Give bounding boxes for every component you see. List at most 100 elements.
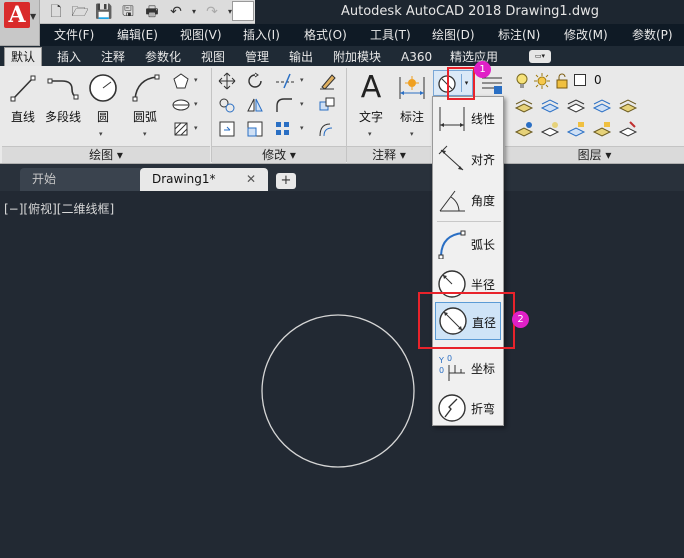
chevron-down-icon[interactable]: ▾: [194, 100, 198, 108]
save-as-icon[interactable]: 🖫: [118, 3, 138, 21]
explode-icon[interactable]: [318, 96, 336, 114]
tab-parametric[interactable]: 参数化: [145, 48, 181, 66]
layer-unlock-icon[interactable]: [592, 120, 612, 138]
layer-walk-icon[interactable]: [540, 120, 560, 138]
tab-view[interactable]: 视图: [201, 48, 225, 66]
tab-start[interactable]: 开始: [20, 168, 144, 191]
stretch-icon[interactable]: [218, 120, 236, 138]
tab-insert[interactable]: 插入: [57, 48, 81, 66]
trim-icon[interactable]: [274, 72, 294, 90]
menu-draw[interactable]: 绘图(D): [432, 24, 475, 46]
chevron-down-icon[interactable]: ▾: [143, 130, 147, 138]
polygon-icon[interactable]: [172, 72, 190, 90]
tab-output[interactable]: 输出: [289, 48, 313, 66]
menu-insert[interactable]: 插入(I): [243, 24, 280, 46]
tab-drawing1[interactable]: Drawing1* ✕: [140, 168, 268, 191]
menu-item-aligned[interactable]: 对齐: [433, 138, 505, 180]
draw-panel-title[interactable]: 绘图 ▾: [2, 146, 210, 163]
text-tool-button[interactable]: A 文字: [352, 72, 390, 125]
callout-highlight-1: [447, 67, 475, 100]
menu-format[interactable]: 格式(O): [304, 24, 347, 46]
ellipse-icon[interactable]: [172, 96, 190, 114]
tab-a360[interactable]: A360: [401, 48, 432, 66]
layer-freeze-icon[interactable]: [592, 96, 612, 114]
tab-annotate[interactable]: 注释: [101, 48, 125, 66]
new-tab-button[interactable]: +: [276, 173, 296, 189]
copy-icon[interactable]: [218, 96, 236, 114]
menu-edit[interactable]: 编辑(E): [117, 24, 158, 46]
chevron-down-icon[interactable]: ▾: [194, 76, 198, 84]
undo-dropdown-icon[interactable]: ▾: [190, 3, 198, 21]
layer-lock-icon[interactable]: [566, 120, 586, 138]
move-icon[interactable]: [218, 72, 236, 90]
tab-addins[interactable]: 附加模块: [333, 48, 381, 66]
chevron-down-icon[interactable]: ▾: [410, 130, 414, 138]
annotation-panel-title[interactable]: 注释 ▾: [347, 146, 431, 163]
erase-icon[interactable]: [318, 72, 336, 90]
save-icon[interactable]: 💾: [94, 3, 114, 21]
callout-highlight-2: [418, 292, 515, 349]
circle-tool-button[interactable]: 圆: [84, 72, 122, 125]
drawing-circle[interactable]: [0, 191, 684, 558]
ribbon-minimize-toggle[interactable]: ▭▾: [529, 50, 551, 63]
linear-dimension-icon: [439, 107, 465, 131]
array-icon[interactable]: [274, 120, 292, 138]
line-tool-button[interactable]: 直线: [4, 72, 42, 125]
layer-match-icon[interactable]: [540, 96, 560, 114]
menu-item-ordinate[interactable]: Y00 坐标: [433, 347, 505, 389]
menu-item-linear[interactable]: 线性: [433, 97, 505, 139]
menu-modify[interactable]: 修改(M): [564, 24, 608, 46]
modify-panel-title[interactable]: 修改 ▾: [212, 146, 346, 163]
dimension-tool-button[interactable]: 标注: [393, 72, 431, 125]
menu-item-jogged[interactable]: 折弯: [433, 387, 505, 429]
polyline-tool-button[interactable]: 多段线: [44, 72, 82, 125]
layer-control[interactable]: 0: [514, 72, 684, 90]
drawing-canvas[interactable]: [−][俯视][二维线框]: [0, 191, 684, 558]
menu-item-angular[interactable]: 角度: [433, 179, 505, 221]
tab-featured-apps[interactable]: 精选应用: [450, 48, 498, 66]
undo-icon[interactable]: ↶: [166, 3, 186, 21]
chevron-down-icon[interactable]: ▾: [99, 130, 103, 138]
menu-tools[interactable]: 工具(T): [370, 24, 411, 46]
svg-text:Y: Y: [438, 356, 444, 365]
layer-panel-title[interactable]: 图层 ▾: [505, 146, 684, 163]
chevron-down-icon[interactable]: ▾: [300, 124, 304, 132]
layer-color-swatch: [574, 74, 586, 86]
layer-merge-icon[interactable]: [618, 120, 638, 138]
menu-item-arc-length[interactable]: 弧长: [433, 223, 505, 265]
layer-make-current-icon[interactable]: [514, 120, 534, 138]
new-file-icon[interactable]: 🗋: [46, 3, 66, 21]
layer-panel-title-text: 图层: [577, 148, 602, 162]
ordinate-icon: Y 00: [438, 354, 465, 381]
redo-icon[interactable]: ↷: [202, 3, 222, 21]
menu-view[interactable]: 视图(V): [180, 24, 222, 46]
fillet-icon[interactable]: [274, 96, 292, 114]
ribbon-tab-bar: 默认 插入 注释 参数化 视图 管理 输出 附加模块 A360 精选应用 ▭▾: [0, 46, 684, 67]
hatch-icon[interactable]: [172, 120, 190, 138]
chevron-down-icon[interactable]: ▾: [300, 100, 304, 108]
polyline-icon: [44, 72, 82, 104]
chevron-down-icon[interactable]: ▾: [300, 76, 304, 84]
layer-isolate-icon[interactable]: [566, 96, 586, 114]
scale-icon[interactable]: [246, 120, 264, 138]
menu-file[interactable]: 文件(F): [54, 24, 94, 46]
chevron-down-icon[interactable]: ▾: [194, 124, 198, 132]
print-icon[interactable]: 🖶: [142, 3, 162, 21]
arc-tool-button[interactable]: 圆弧: [126, 72, 164, 125]
chevron-down-icon[interactable]: ▾: [368, 130, 372, 138]
dimension-type-menu: 线性 对齐 角度 弧长 半径 直径 Y00 坐标 折弯: [432, 96, 504, 426]
qat-customize-box[interactable]: [232, 1, 254, 21]
application-menu-button[interactable]: A ▼: [0, 0, 40, 46]
tab-home[interactable]: 默认: [4, 47, 43, 67]
offset-icon[interactable]: [318, 120, 336, 138]
mirror-icon[interactable]: [246, 96, 264, 114]
close-icon[interactable]: ✕: [246, 168, 256, 191]
tab-manage[interactable]: 管理: [245, 48, 269, 66]
layer-off-icon[interactable]: [618, 96, 638, 114]
menu-parametric[interactable]: 参数(P): [632, 24, 673, 46]
layer-properties-icon[interactable]: [514, 96, 534, 114]
open-folder-icon[interactable]: 🗁: [70, 3, 90, 21]
rotate-icon[interactable]: [246, 72, 264, 90]
line-tool-label: 直线: [10, 110, 35, 124]
menu-dimension[interactable]: 标注(N): [498, 24, 540, 46]
